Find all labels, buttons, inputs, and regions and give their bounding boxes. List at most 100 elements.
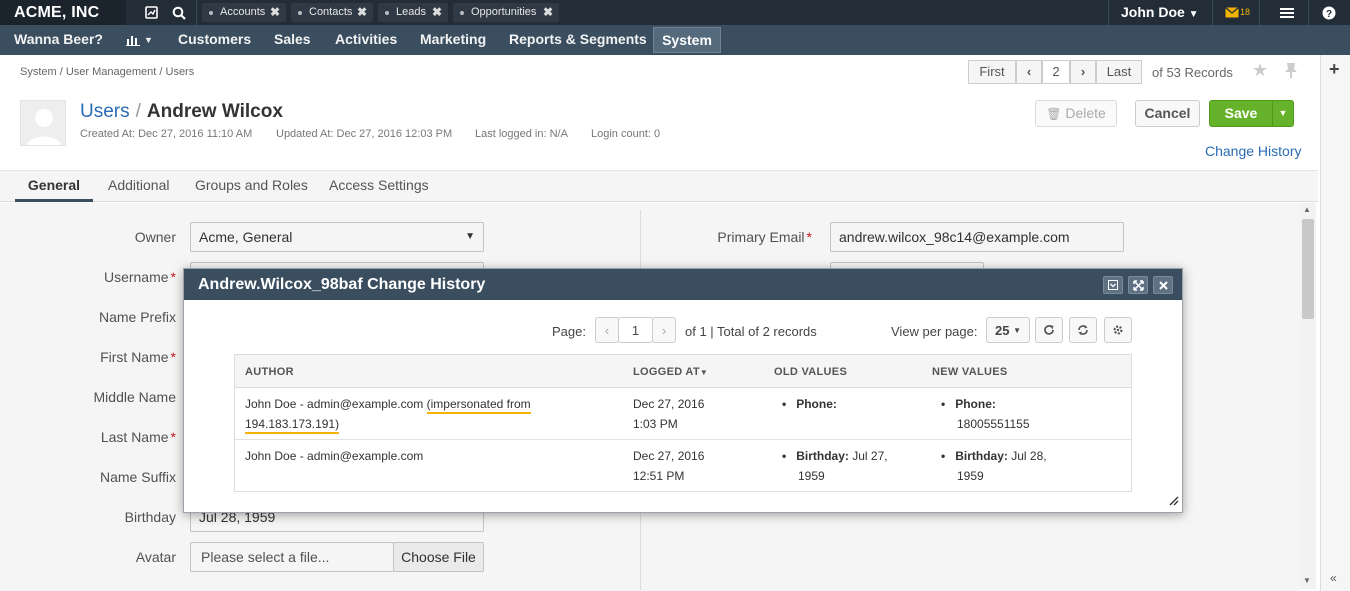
change-history-link[interactable]: Change History bbox=[1205, 143, 1302, 159]
new-value: Phone: 18005551155 bbox=[941, 394, 1030, 434]
grid-header: AUTHOR LOGGED AT▼ OLD VALUES NEW VALUES bbox=[235, 355, 1131, 388]
sort-desc-icon: ▼ bbox=[699, 368, 709, 377]
logged-date: Dec 27, 2016 bbox=[633, 449, 705, 463]
tab-access-settings[interactable]: Access Settings bbox=[329, 171, 429, 202]
close-icon[interactable]: ✖ bbox=[432, 3, 442, 22]
user-menu[interactable]: John Doe ▼ bbox=[1108, 0, 1208, 25]
pinned-tab-label: Leads bbox=[396, 6, 426, 18]
minimize-icon[interactable] bbox=[1103, 276, 1123, 294]
delete-button[interactable]: 🗑 Delete bbox=[1035, 100, 1117, 127]
old-field-value-cont: 1959 bbox=[798, 469, 825, 483]
change-history-grid: AUTHOR LOGGED AT▼ OLD VALUES NEW VALUES … bbox=[234, 354, 1132, 492]
scrollbar-thumb[interactable] bbox=[1302, 219, 1314, 319]
pinned-tab-label: Contacts bbox=[309, 6, 353, 18]
pager-current-page[interactable]: 2 bbox=[1042, 60, 1070, 84]
nav-reports-segments[interactable]: Reports & Segments bbox=[509, 25, 647, 55]
reset-button[interactable] bbox=[1069, 317, 1097, 343]
dot-icon bbox=[298, 11, 302, 15]
row-author: John Doe - admin@example.com bbox=[245, 449, 424, 463]
tab-additional[interactable]: Additional bbox=[108, 171, 170, 202]
pin-icon[interactable] bbox=[1284, 62, 1298, 81]
trash-icon: 🗑 bbox=[1046, 107, 1062, 121]
title-separator: / bbox=[135, 101, 141, 122]
pager-first-button[interactable]: First bbox=[968, 60, 1016, 84]
nav-reports-menu[interactable]: ▼ bbox=[126, 25, 153, 55]
column-logged-at[interactable]: LOGGED AT▼ bbox=[633, 366, 708, 378]
view-per-page-select[interactable]: 25 ▼ bbox=[986, 317, 1030, 343]
star-icon[interactable]: ★ bbox=[1252, 60, 1268, 81]
user-name: John Doe bbox=[1121, 4, 1185, 20]
save-button-group: Save ▼ bbox=[1209, 100, 1294, 127]
tab-groups-and-roles[interactable]: Groups and Roles bbox=[195, 171, 308, 202]
pinned-tab-contacts[interactable]: Contacts ✖ bbox=[291, 3, 373, 22]
old-value: Birthday: Jul 27, 1959 bbox=[782, 446, 888, 486]
close-icon[interactable]: ✖ bbox=[357, 3, 367, 22]
collapse-icon[interactable]: « bbox=[1330, 571, 1337, 585]
page-number-input[interactable]: 1 bbox=[618, 317, 653, 343]
tab-general[interactable]: General bbox=[15, 171, 93, 202]
column-label: LOGGED AT bbox=[633, 366, 700, 378]
grid-settings-button[interactable] bbox=[1104, 317, 1132, 343]
dialog-header: Andrew.Wilcox_98baf Change History bbox=[184, 269, 1182, 300]
new-field-value: 18005551155 bbox=[957, 417, 1030, 431]
column-old-values[interactable]: OLD VALUES bbox=[774, 366, 847, 378]
chevron-left-icon: ‹ bbox=[604, 322, 610, 338]
pager-next-button[interactable]: › bbox=[1070, 60, 1096, 84]
help-icon[interactable]: ? bbox=[1316, 0, 1342, 25]
row-logged-at: Dec 27, 2016 1:03 PM bbox=[633, 394, 704, 434]
mail-notifications[interactable]: 18 bbox=[1212, 0, 1260, 25]
plus-icon[interactable]: + bbox=[1329, 59, 1340, 80]
save-dropdown-caret-icon[interactable]: ▼ bbox=[1273, 101, 1293, 126]
page-prev-button[interactable]: ‹ bbox=[595, 317, 619, 343]
avatar bbox=[20, 100, 66, 146]
nav-marketing[interactable]: Marketing bbox=[420, 25, 486, 55]
mail-count: 18 bbox=[1240, 7, 1251, 17]
pager-last-button[interactable]: Last bbox=[1096, 60, 1142, 84]
users-link[interactable]: Users bbox=[80, 101, 130, 122]
form-tabs: General Additional Groups and Roles Acce… bbox=[0, 170, 1318, 202]
pinned-tab-accounts[interactable]: Accounts ✖ bbox=[202, 3, 286, 22]
column-new-values[interactable]: NEW VALUES bbox=[932, 366, 1008, 378]
new-field-value: Jul 28, bbox=[1011, 449, 1047, 463]
nav-activities[interactable]: Activities bbox=[335, 25, 397, 55]
nav-sales[interactable]: Sales bbox=[274, 25, 311, 55]
maximize-icon[interactable] bbox=[1128, 276, 1148, 294]
last-logged-in: Last logged in: N/A bbox=[475, 128, 568, 140]
page-info: of 1 | Total of 2 records bbox=[685, 324, 817, 339]
nav-system[interactable]: System bbox=[653, 27, 721, 53]
logged-time: 1:03 PM bbox=[633, 417, 678, 431]
refresh-icon bbox=[1044, 325, 1054, 335]
hamburger-icon[interactable] bbox=[1274, 0, 1300, 25]
nav-wanna-beer[interactable]: Wanna Beer? bbox=[14, 25, 103, 55]
close-icon[interactable] bbox=[1153, 276, 1173, 294]
login-count: Login count: 0 bbox=[591, 128, 661, 140]
new-field: Phone: bbox=[941, 394, 1030, 414]
close-icon[interactable]: ✖ bbox=[270, 3, 280, 22]
refresh-button[interactable] bbox=[1035, 317, 1063, 343]
new-value: Birthday: Jul 28, 1959 bbox=[941, 446, 1047, 486]
pinned-tab-leads[interactable]: Leads ✖ bbox=[378, 3, 448, 22]
chevron-right-icon: › bbox=[1080, 64, 1086, 79]
scroll-down-icon[interactable]: ▼ bbox=[1303, 576, 1311, 585]
page-next-button[interactable]: › bbox=[652, 317, 676, 343]
scroll-up-icon[interactable]: ▲ bbox=[1303, 205, 1311, 214]
pager-prev-button[interactable]: ‹ bbox=[1016, 60, 1042, 84]
column-author[interactable]: AUTHOR bbox=[245, 366, 294, 378]
top-bar: ACME, INC Accounts ✖ Contacts ✖ Leads ✖ Opp… bbox=[0, 0, 1350, 25]
divider bbox=[1308, 0, 1309, 25]
save-button[interactable]: Save bbox=[1210, 101, 1272, 126]
resize-handle-icon[interactable] bbox=[1169, 494, 1179, 509]
dialog-title: Andrew.Wilcox_98baf Change History bbox=[198, 276, 486, 293]
right-side-panel: + « bbox=[1320, 55, 1350, 591]
search-icon[interactable] bbox=[166, 0, 192, 25]
page-scrollbar[interactable]: ▲ ▼ bbox=[1300, 203, 1316, 589]
chevron-right-icon: › bbox=[661, 322, 667, 338]
breadcrumb: System / User Management / Users bbox=[20, 66, 195, 78]
delete-label: Delete bbox=[1065, 105, 1106, 121]
cancel-button[interactable]: Cancel bbox=[1135, 100, 1200, 127]
pinned-tab-opportunities[interactable]: Opportunities ✖ bbox=[453, 3, 559, 22]
dashboard-icon[interactable] bbox=[138, 0, 164, 25]
brand-logo[interactable]: ACME, INC bbox=[0, 0, 126, 25]
close-icon[interactable]: ✖ bbox=[543, 3, 553, 22]
nav-customers[interactable]: Customers bbox=[178, 25, 251, 55]
